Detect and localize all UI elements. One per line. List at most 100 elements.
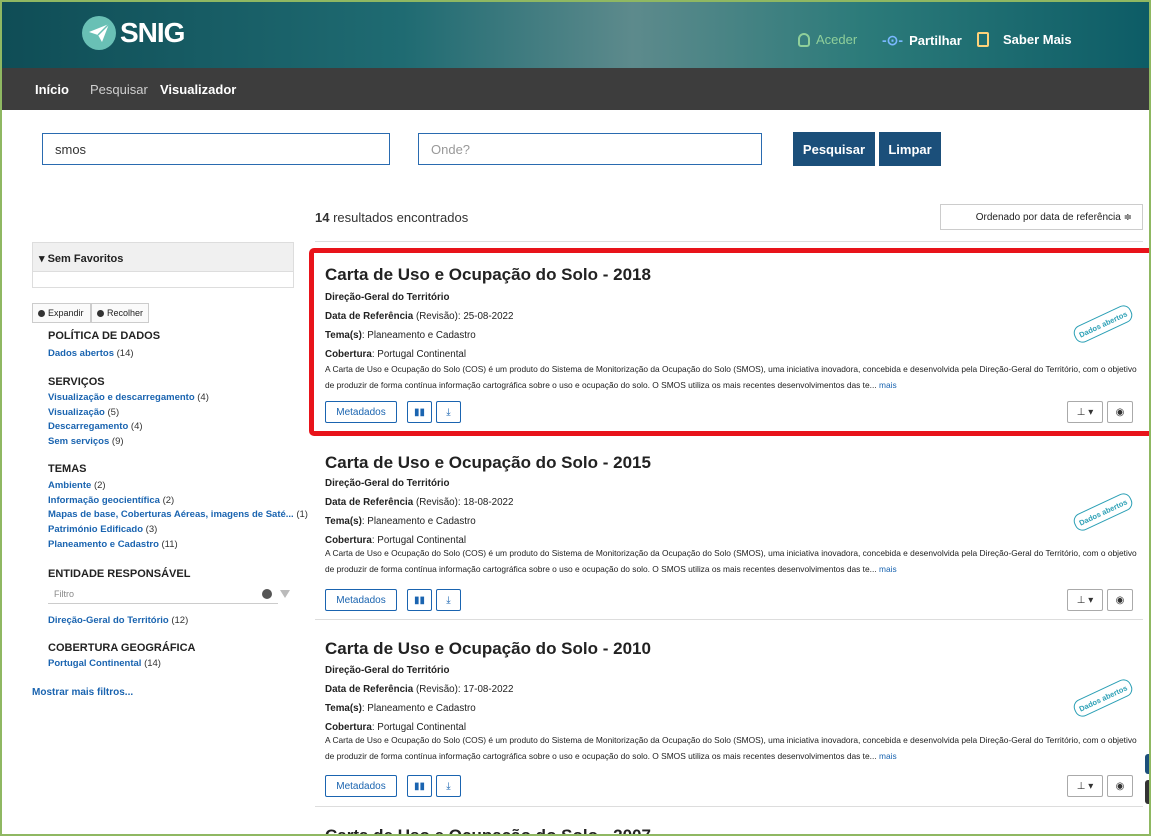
more-link[interactable]: mais	[879, 380, 897, 390]
result-card: Carta de Uso e Ocupação do Solo - 2007	[315, 812, 1143, 834]
pin-icon[interactable]: ⊥ ▾	[1067, 401, 1103, 423]
result-title[interactable]: Carta de Uso e Ocupação do Solo - 2007	[325, 826, 651, 834]
saber-mais-label: Saber Mais	[1003, 32, 1072, 47]
expand-label: Expandir	[48, 308, 84, 318]
filter-icon[interactable]	[280, 590, 290, 598]
facet-geocientifica[interactable]: Informação geocientífica (2)	[48, 495, 174, 506]
globe-icon[interactable]: ◉	[1107, 589, 1133, 611]
result-theme: Tema(s): Planeamento e Cadastro	[325, 703, 476, 714]
clear-filter-icon[interactable]	[262, 589, 272, 599]
result-title[interactable]: Carta de Uso e Ocupação do Solo - 2018	[325, 265, 651, 285]
divider	[315, 806, 1143, 807]
result-description: A Carta de Uso e Ocupação do Solo (COS) …	[325, 735, 1137, 761]
pin-icon[interactable]: ⊥ ▾	[1067, 775, 1103, 797]
entity-filter-input[interactable]: Filtro	[48, 586, 278, 604]
partilhar-link[interactable]: -⊙- Partilhar	[882, 32, 962, 49]
map-icon[interactable]: ▮▮	[407, 401, 432, 423]
facet-visualizacao[interactable]: Visualização (5)	[48, 407, 119, 418]
result-date: Data de Referência (Revisão): 17-08-2022	[325, 684, 514, 695]
facet-patrimonio[interactable]: Património Edificado (3)	[48, 524, 157, 535]
result-date: Data de Referência (Revisão): 25-08-2022	[325, 311, 514, 322]
plus-circle-icon	[38, 309, 45, 317]
nav-inicio[interactable]: Início	[35, 82, 69, 97]
saber-mais-link[interactable]: Saber Mais	[977, 32, 1072, 47]
facet-dados-abertos[interactable]: Dados abertos (14)	[48, 348, 134, 359]
minus-circle-icon	[97, 309, 104, 317]
coverage-title: COBERTURA GEOGRÁFICA	[48, 642, 196, 654]
where-input[interactable]: Onde?	[418, 133, 762, 165]
result-card: Carta de Uso e Ocupação do Solo - 2018 D…	[315, 251, 1143, 436]
expand-button[interactable]: Expandir	[32, 303, 91, 323]
facet-dgt[interactable]: Direção-Geral do Território (12)	[48, 615, 188, 626]
facet-planeamento[interactable]: Planeamento e Cadastro (11)	[48, 539, 178, 550]
pin-icon[interactable]: ⊥ ▾	[1067, 589, 1103, 611]
divider	[315, 619, 1143, 620]
result-title[interactable]: Carta de Uso e Ocupação do Solo - 2010	[325, 639, 651, 659]
paper-plane-icon	[82, 16, 116, 50]
result-theme: Tema(s): Planeamento e Cadastro	[325, 330, 476, 341]
collapse-button[interactable]: Recolher	[91, 303, 149, 323]
data-policy-title: POLÍTICA DE DADOS	[48, 330, 161, 342]
aceder-label: Aceder	[816, 32, 858, 47]
result-org: Direção-Geral do Território	[325, 478, 450, 489]
services-title: SERVIÇOS	[48, 376, 105, 388]
download-icon[interactable]: ⤓	[436, 775, 461, 797]
facet-portugal[interactable]: Portugal Continental (14)	[48, 658, 161, 669]
facet-ambiente[interactable]: Ambiente (2)	[48, 480, 106, 491]
favorites-toggle[interactable]: ▾ Sem Favoritos	[33, 243, 293, 272]
partilhar-label: Partilhar	[909, 33, 962, 48]
snig-logo[interactable]: SNIG	[82, 16, 185, 50]
metadata-button[interactable]: Metadados	[325, 401, 397, 423]
entity-title: ENTIDADE RESPONSÁVEL	[48, 568, 191, 580]
result-date: Data de Referência (Revisão): 18-08-2022	[325, 497, 514, 508]
result-description: A Carta de Uso e Ocupação do Solo (COS) …	[325, 548, 1137, 574]
results-count: 14 resultados encontrados	[315, 210, 469, 225]
globe-icon[interactable]: ◉	[1107, 401, 1133, 423]
metadata-button[interactable]: Metadados	[325, 589, 397, 611]
download-icon[interactable]: ⤓	[436, 401, 461, 423]
metadata-button[interactable]: Metadados	[325, 775, 397, 797]
open-data-badge: Dados abertos	[1071, 490, 1135, 534]
search-input[interactable]: smos	[42, 133, 390, 165]
side-widget[interactable]	[1145, 754, 1149, 774]
clear-button[interactable]: Limpar	[879, 132, 941, 166]
result-card: Carta de Uso e Ocupação do Solo - 2015 D…	[315, 439, 1143, 619]
result-org: Direção-Geral do Território	[325, 665, 450, 676]
facet-descarregamento[interactable]: Descarregamento (4)	[48, 421, 143, 432]
open-data-badge: Dados abertos	[1071, 302, 1135, 346]
top-header: SNIG Aceder -⊙- Partilhar Saber Mais	[2, 2, 1149, 68]
logo-text: SNIG	[120, 17, 185, 48]
nav-bar: Início Pesquisar Visualizador	[2, 68, 1149, 110]
download-icon[interactable]: ⤓	[436, 589, 461, 611]
share-icon: -⊙-	[882, 32, 904, 48]
sort-dropdown[interactable]: Ordenado por data de referência ≑	[940, 204, 1143, 230]
aceder-link[interactable]: Aceder	[798, 32, 857, 47]
themes-title: TEMAS	[48, 463, 87, 475]
nav-pesquisar[interactable]: Pesquisar	[90, 82, 148, 97]
result-title[interactable]: Carta de Uso e Ocupação do Solo - 2015	[325, 453, 651, 473]
result-coverage: Cobertura: Portugal Continental	[325, 349, 467, 360]
user-icon	[798, 32, 810, 47]
facet-mapas-base[interactable]: Mapas de base, Coberturas Aéreas, imagen…	[48, 509, 308, 520]
more-link[interactable]: mais	[879, 564, 897, 574]
result-description: A Carta de Uso e Ocupação do Solo (COS) …	[325, 364, 1137, 390]
facet-vis-desc[interactable]: Visualização e descarregamento (4)	[48, 392, 209, 403]
page: SNIG Aceder -⊙- Partilhar Saber Mais Iní…	[0, 0, 1151, 836]
more-filters-link[interactable]: Mostrar mais filtros...	[32, 687, 133, 698]
result-card: Carta de Uso e Ocupação do Solo - 2010 D…	[315, 625, 1143, 805]
result-org: Direção-Geral do Território	[325, 292, 450, 303]
more-link[interactable]: mais	[879, 751, 897, 761]
side-widget-dark[interactable]	[1145, 780, 1149, 804]
collapse-label: Recolher	[106, 308, 143, 318]
divider	[315, 241, 1143, 242]
result-theme: Tema(s): Planeamento e Cadastro	[325, 516, 476, 527]
map-icon[interactable]: ▮▮	[407, 589, 432, 611]
globe-icon[interactable]: ◉	[1107, 775, 1133, 797]
nav-visualizador[interactable]: Visualizador	[160, 82, 236, 97]
open-data-badge: Dados abertos	[1071, 676, 1135, 720]
map-icon[interactable]: ▮▮	[407, 775, 432, 797]
facet-sem-servicos[interactable]: Sem serviços (9)	[48, 436, 124, 447]
favorites-panel: ▾ Sem Favoritos	[32, 242, 294, 288]
search-button[interactable]: Pesquisar	[793, 132, 875, 166]
document-icon	[977, 32, 989, 47]
